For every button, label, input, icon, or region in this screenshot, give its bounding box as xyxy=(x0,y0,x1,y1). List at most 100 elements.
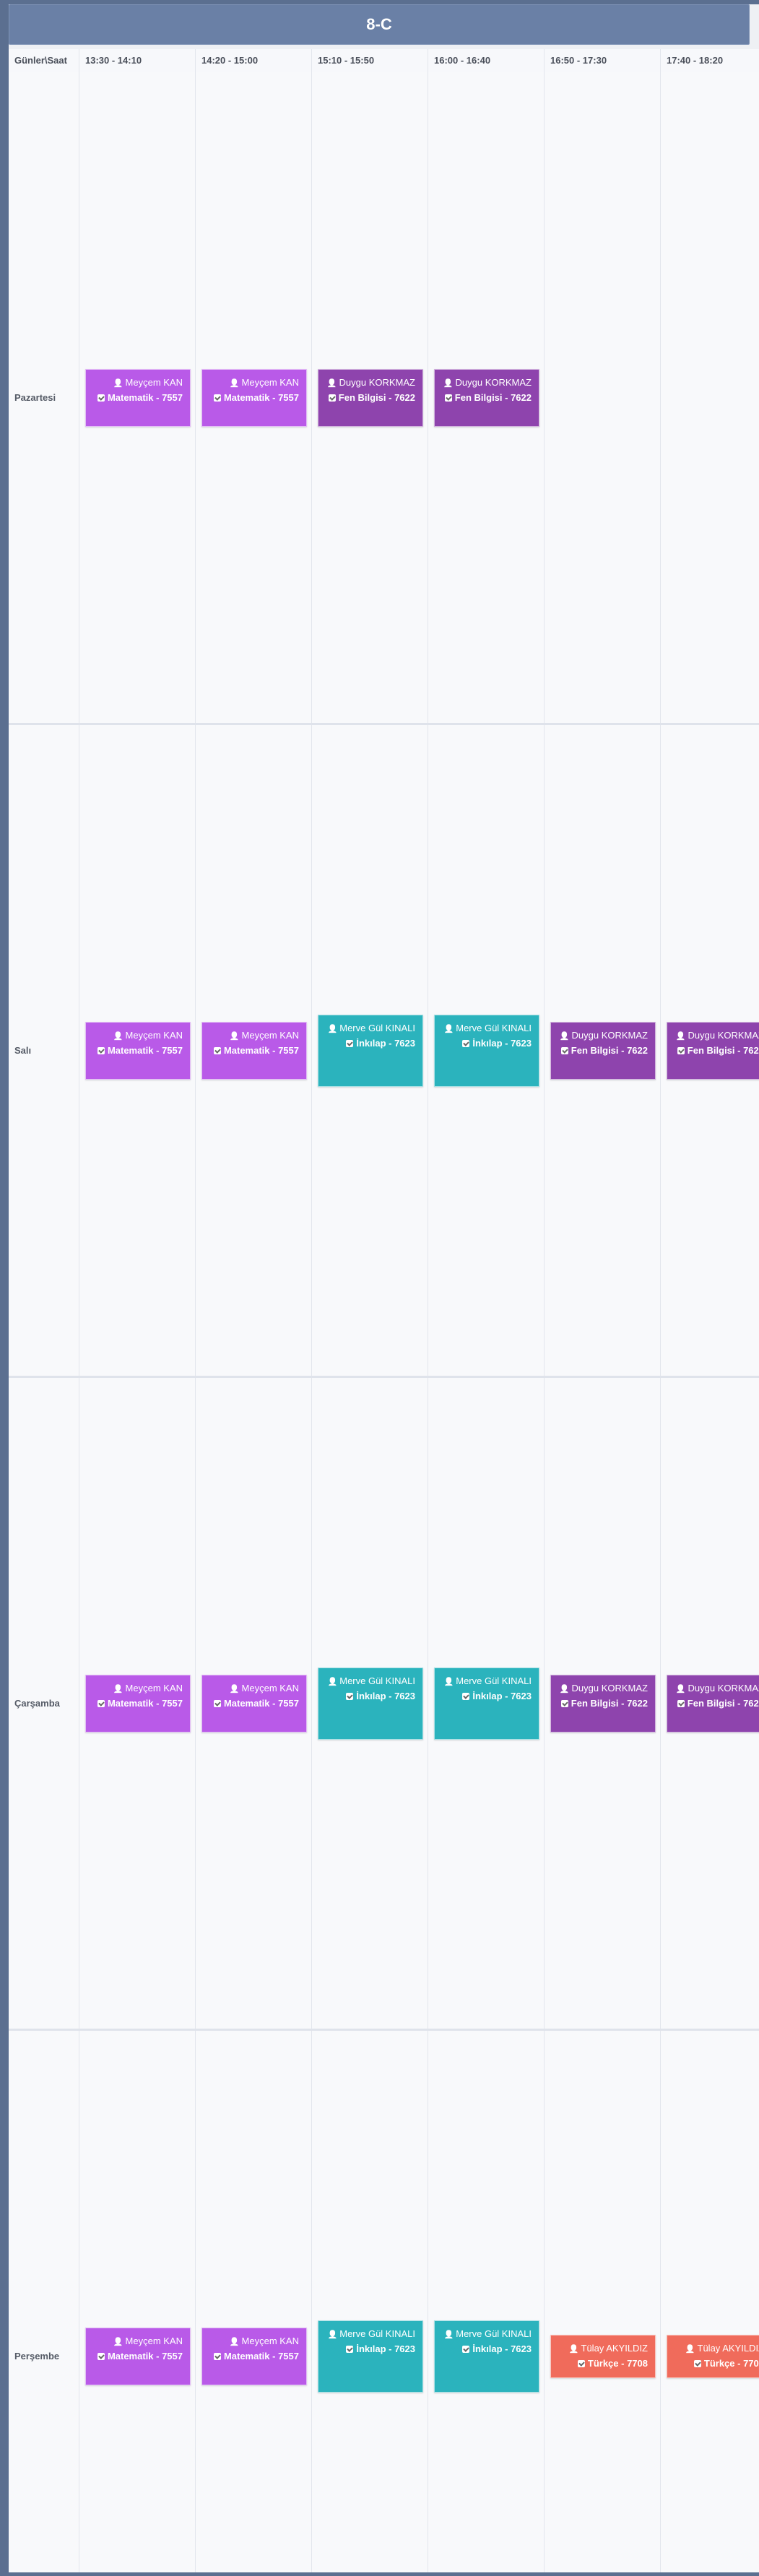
lesson-card[interactable]: 👤 Tülay AKYILDIZ Türkçe - 7708 xyxy=(667,2334,759,2378)
user-icon: 👤 xyxy=(443,378,454,388)
lesson-card[interactable]: 👤 Meyçem KAN Matematik - 7557 xyxy=(85,2327,191,2385)
subject-name-text: Matematik - 7557 xyxy=(223,2350,299,2362)
subject-name-text: Fen Bilgisi - 7622 xyxy=(338,391,415,403)
teacher-name-text: Duygu KORKMAZ xyxy=(339,376,415,388)
header-time-slot: 15:10 - 15:50 xyxy=(312,49,428,72)
teacher-name-text: Tülay AKYILDIZ xyxy=(581,2342,648,2354)
lesson-card[interactable]: 👤 Duygu KORKMAZ Fen Bilgisi - 7622 xyxy=(550,1021,656,1080)
day-label: Perşembe xyxy=(9,2031,79,2572)
check-square-icon xyxy=(577,2359,585,2367)
subject-name: İnkılap - 7623 xyxy=(439,1036,532,1051)
teacher-name: 👤 Merve Gül KINALI xyxy=(323,1021,415,1036)
lesson-card[interactable]: 👤 Duygu KORKMAZ Fen Bilgisi - 7622 xyxy=(667,1674,759,1732)
teacher-name-text: Meyçem KAN xyxy=(125,376,183,388)
subject-name: Fen Bilgisi - 7622 xyxy=(555,1044,648,1058)
slot-cell xyxy=(196,2031,312,2572)
check-square-icon xyxy=(560,1699,568,1707)
teacher-name-text: Merve Gül KINALI xyxy=(456,2328,532,2339)
subject-name-text: Matematik - 7557 xyxy=(107,1044,183,1056)
subject-name-text: Matematik - 7557 xyxy=(223,1044,299,1056)
teacher-name: 👤 Tülay AKYILDIZ xyxy=(555,2341,648,2356)
day-label: Salı xyxy=(9,725,79,1376)
lesson-card[interactable]: 👤 Meyçem KAN Matematik - 7557 xyxy=(201,1021,307,1080)
subject-name-text: Türkçe - 7708 xyxy=(587,2357,648,2369)
check-square-icon xyxy=(213,1699,221,1707)
subject-name: Matematik - 7557 xyxy=(90,1044,183,1058)
teacher-name: 👤 Duygu KORKMAZ xyxy=(555,1028,648,1044)
user-icon: 👤 xyxy=(443,2330,454,2339)
lesson-card[interactable]: 👤 Meyçem KAN Matematik - 7557 xyxy=(85,1021,191,1080)
teacher-name: 👤 Merve Gül KINALI xyxy=(439,2327,532,2342)
check-square-icon xyxy=(346,1692,354,1700)
user-icon: 👤 xyxy=(675,1031,686,1041)
lesson-card[interactable]: 👤 Duygu KORKMAZ Fen Bilgisi - 7622 xyxy=(318,368,423,427)
header-time-slot: 16:00 - 16:40 xyxy=(428,49,545,72)
slot-cell xyxy=(79,2031,196,2572)
user-icon: 👤 xyxy=(559,1684,570,1694)
user-icon: 👤 xyxy=(568,2344,579,2354)
teacher-name-text: Merve Gül KINALI xyxy=(456,1675,532,1686)
check-square-icon xyxy=(560,1046,568,1054)
subject-name: İnkılap - 7623 xyxy=(323,2342,415,2356)
lesson-card[interactable]: 👤 Duygu KORKMAZ Fen Bilgisi - 7622 xyxy=(667,1021,759,1080)
check-square-icon xyxy=(213,394,221,402)
subject-name-text: İnkılap - 7623 xyxy=(472,2343,532,2354)
subject-name: İnkılap - 7623 xyxy=(323,1689,415,1704)
slot-cell xyxy=(312,2031,428,2572)
teacher-name-text: Merve Gül KINALI xyxy=(339,1022,415,1033)
schedule-frame: 8-C Günler\Saat 13:30 - 14:10 14:20 - 15:0… xyxy=(9,4,759,2572)
subject-name-text: İnkılap - 7623 xyxy=(356,1690,415,1701)
teacher-name-text: Duygu KORKMAZ xyxy=(688,1682,759,1694)
header-time-slot: 16:50 - 17:30 xyxy=(545,49,661,72)
user-icon: 👤 xyxy=(327,2330,338,2339)
lesson-card[interactable]: 👤 Duygu KORKMAZ Fen Bilgisi - 7622 xyxy=(434,368,539,427)
day-row: Salı 👤 Meyçem KAN Matematik - 7557 👤 Meyçem K… xyxy=(9,725,759,1378)
teacher-name-text: Meyçem KAN xyxy=(125,2335,183,2346)
header-time-slot: 17:40 - 18:20 xyxy=(661,49,759,72)
teacher-name-text: Duygu KORKMAZ xyxy=(688,1029,759,1041)
subject-name: Matematik - 7557 xyxy=(90,391,183,405)
subject-name-text: İnkılap - 7623 xyxy=(472,1690,532,1701)
subject-name: Fen Bilgisi - 7622 xyxy=(439,391,532,405)
lesson-card[interactable]: 👤 Merve Gül KINALI İnkılap - 7623 xyxy=(434,1014,539,1087)
user-icon: 👤 xyxy=(327,1677,338,1686)
slot-cell xyxy=(545,72,661,723)
check-square-icon xyxy=(444,394,452,402)
check-square-icon xyxy=(213,2352,221,2360)
check-square-icon xyxy=(462,1692,470,1700)
subject-name: Matematik - 7557 xyxy=(90,2349,183,2364)
lesson-card[interactable]: 👤 Meyçem KAN Matematik - 7557 xyxy=(201,368,307,427)
lesson-card[interactable]: 👤 Tülay AKYILDIZ Türkçe - 7708 xyxy=(550,2334,656,2378)
subject-name: İnkılap - 7623 xyxy=(439,1689,532,1704)
teacher-name-text: Merve Gül KINALI xyxy=(339,1675,415,1686)
check-square-icon xyxy=(677,1699,685,1707)
teacher-name: 👤 Merve Gül KINALI xyxy=(439,1021,532,1036)
user-icon: 👤 xyxy=(229,2337,240,2346)
lesson-card[interactable]: 👤 Meyçem KAN Matematik - 7557 xyxy=(201,2327,307,2385)
lesson-card[interactable]: 👤 Meyçem KAN Matematik - 7557 xyxy=(201,1674,307,1732)
teacher-name-text: Meyçem KAN xyxy=(241,2335,299,2346)
subject-name-text: Matematik - 7557 xyxy=(107,391,183,403)
lesson-card[interactable]: 👤 Merve Gül KINALI İnkılap - 7623 xyxy=(318,1014,423,1087)
lesson-card[interactable]: 👤 Merve Gül KINALI İnkılap - 7623 xyxy=(318,2320,423,2393)
lesson-card[interactable]: 👤 Meyçem KAN Matematik - 7557 xyxy=(85,1674,191,1732)
subject-name: Fen Bilgisi - 7622 xyxy=(672,1696,759,1711)
teacher-name-text: Duygu KORKMAZ xyxy=(571,1682,648,1694)
lesson-card[interactable]: 👤 Duygu KORKMAZ Fen Bilgisi - 7622 xyxy=(550,1674,656,1732)
lesson-card[interactable]: 👤 Merve Gül KINALI İnkılap - 7623 xyxy=(434,2320,539,2393)
lesson-card[interactable]: 👤 Merve Gül KINALI İnkılap - 7623 xyxy=(434,1667,539,1740)
subject-name: İnkılap - 7623 xyxy=(439,2342,532,2356)
teacher-name-text: Duygu KORKMAZ xyxy=(571,1029,648,1041)
user-icon: 👤 xyxy=(113,1684,123,1694)
teacher-name: 👤 Meyçem KAN xyxy=(207,1681,299,1696)
check-square-icon xyxy=(346,2345,354,2353)
user-icon: 👤 xyxy=(113,378,123,388)
lesson-card[interactable]: 👤 Meyçem KAN Matematik - 7557 xyxy=(85,368,191,427)
day-row: Çarşamba 👤 Meyçem KAN Matematik - 7557 👤 Meyç… xyxy=(9,1378,759,2031)
lesson-card[interactable]: 👤 Merve Gül KINALI İnkılap - 7623 xyxy=(318,1667,423,1740)
subject-name-text: Fen Bilgisi - 7622 xyxy=(571,1044,648,1056)
teacher-name: 👤 Duygu KORKMAZ xyxy=(439,376,532,391)
teacher-name-text: Merve Gül KINALI xyxy=(456,1022,532,1033)
teacher-name: 👤 Meyçem KAN xyxy=(207,1028,299,1044)
header-time-slot: 14:20 - 15:00 xyxy=(196,49,312,72)
